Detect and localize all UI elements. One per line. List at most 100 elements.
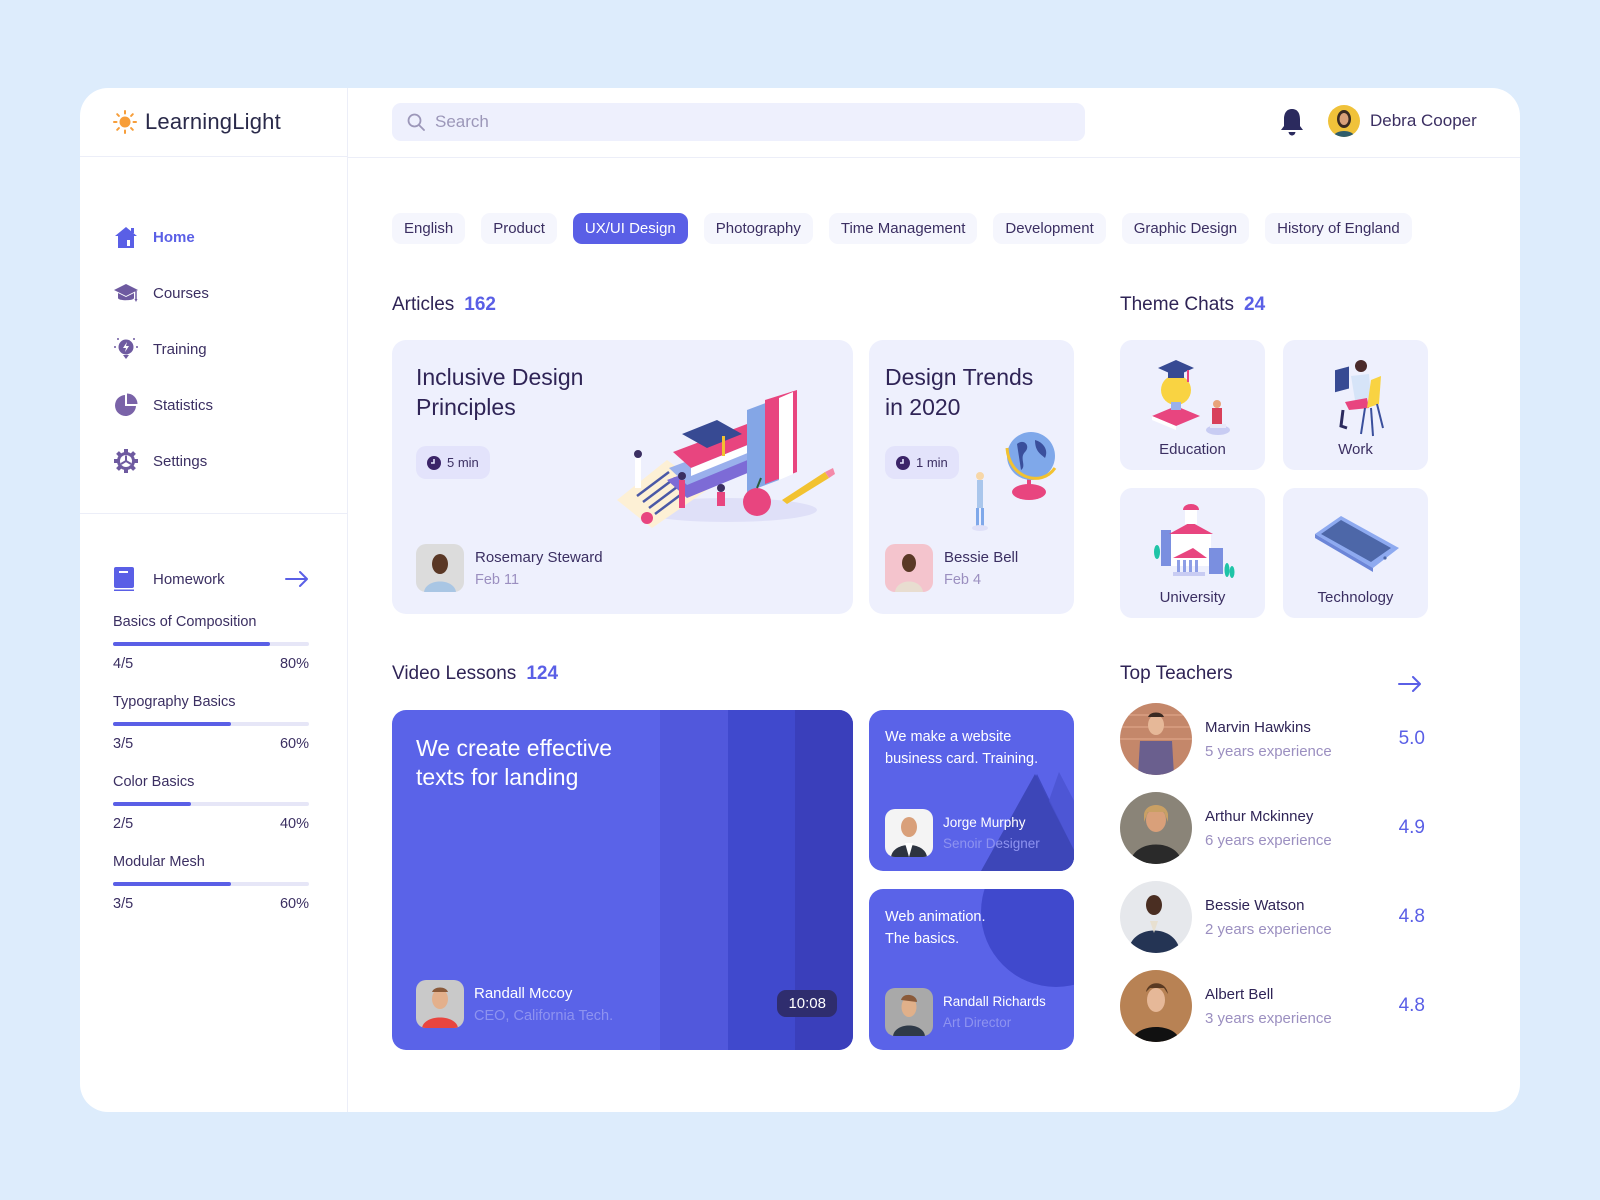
- video-title-line: texts for landing: [416, 764, 579, 790]
- teacher-experience: 3 years experience: [1205, 1009, 1332, 1027]
- video-duration: 10:08: [777, 990, 837, 1017]
- read-time-badge: 5 min: [416, 446, 490, 479]
- sidebar-item-label: Home: [153, 228, 195, 246]
- article-date: Feb 11: [475, 571, 520, 588]
- logo[interactable]: LearningLight: [80, 88, 347, 157]
- article-card[interactable]: Design Trends in 2020 1 min Bessie Bell …: [869, 340, 1074, 614]
- read-time-badge: 1 min: [885, 446, 959, 479]
- article-card[interactable]: Inclusive Design Principles 5 min Rosema…: [392, 340, 853, 614]
- notification-bell-icon[interactable]: [1278, 107, 1306, 137]
- teacher-rating: 4.8: [1398, 995, 1425, 1016]
- progress-fill: [113, 722, 231, 726]
- progress-bar: [113, 882, 309, 886]
- article-title-line: Design Trends: [885, 364, 1034, 390]
- chip-graphic-design[interactable]: Graphic Design: [1121, 213, 1250, 244]
- author-name: Rosemary Steward: [475, 548, 603, 566]
- articles-count: 162: [464, 294, 496, 315]
- teacher-row[interactable]: Marvin Hawkins 5 years experience 5.0: [1120, 703, 1425, 775]
- teacher-avatar: [1120, 792, 1192, 864]
- teacher-name: Bessie Watson: [1205, 896, 1305, 914]
- chip-product[interactable]: Product: [481, 213, 557, 244]
- author-avatar: [416, 544, 464, 592]
- theme-chats-heading: Theme Chats 24: [1120, 294, 1265, 316]
- book-icon: [114, 567, 134, 591]
- homework-item[interactable]: Modular Mesh 3/5 60%: [113, 854, 309, 912]
- sidebar-item-courses[interactable]: Courses: [113, 265, 347, 321]
- arrow-right-icon[interactable]: [285, 571, 309, 587]
- video-author[interactable]: Jorge Murphy Senoir Designer: [885, 809, 1040, 857]
- homework-percent: 60%: [279, 736, 309, 752]
- article-author[interactable]: Rosemary Steward Feb 11: [416, 544, 603, 592]
- clock-icon: [427, 455, 441, 470]
- homework-panel: Homework Basics of Composition 4/5 80% Ty…: [113, 566, 309, 912]
- chip-english[interactable]: English: [392, 213, 466, 244]
- video-card[interactable]: We make a website business card. Trainin…: [869, 710, 1074, 871]
- homework-item[interactable]: Color Basics 2/5 40%: [113, 774, 309, 832]
- homework-item[interactable]: Typography Basics 3/5 60%: [113, 694, 309, 752]
- chip-ux-ui-design[interactable]: UX/UI Design: [572, 213, 688, 244]
- teacher-row[interactable]: Albert Bell 3 years experience 4.8: [1120, 970, 1425, 1042]
- video-author[interactable]: Randall Mccoy CEO, California Tech.: [416, 980, 613, 1028]
- author-name: Bessie Bell: [944, 548, 1019, 566]
- sidebar-item-training[interactable]: Training: [113, 321, 347, 377]
- pie-chart-icon: [113, 392, 139, 418]
- homework-done: 3/5: [113, 896, 134, 912]
- app-name: LearningLight: [145, 109, 281, 134]
- teacher-row[interactable]: Bessie Watson 2 years experience 4.8: [1120, 881, 1425, 953]
- article-title-line: Inclusive Design: [416, 364, 584, 390]
- theme-chat-label: University: [1159, 589, 1226, 606]
- theme-chat-work[interactable]: Work: [1283, 340, 1428, 470]
- app-window: LearningLight Home Courses Training Stat…: [80, 88, 1520, 1112]
- search-input[interactable]: [435, 112, 1035, 132]
- education-illustration: [1151, 360, 1230, 435]
- sidebar-item-label: Training: [153, 340, 207, 358]
- user-avatar: [1328, 105, 1360, 137]
- video-title-line: We make a website: [885, 729, 1012, 745]
- theme-chat-university[interactable]: University: [1120, 488, 1265, 618]
- arrow-right-icon[interactable]: [1398, 676, 1422, 692]
- author-name: Randall Richards: [943, 994, 1046, 1009]
- top-teachers-heading: Top Teachers: [1120, 663, 1233, 685]
- chip-photography[interactable]: Photography: [703, 213, 813, 244]
- sidebar-item-home[interactable]: Home: [113, 209, 347, 265]
- sidebar-item-statistics[interactable]: Statistics: [113, 377, 347, 433]
- progress-bar: [113, 642, 309, 646]
- teacher-experience: 6 years experience: [1205, 831, 1332, 849]
- work-illustration: [1334, 360, 1384, 437]
- teacher-avatar: [1120, 703, 1192, 775]
- article-author[interactable]: Bessie Bell Feb 4: [885, 544, 1018, 592]
- search-bar[interactable]: [392, 103, 1085, 141]
- circle-decoration: [981, 889, 1074, 987]
- chip-development[interactable]: Development: [993, 213, 1106, 244]
- teacher-experience: 2 years experience: [1205, 920, 1332, 938]
- teacher-experience: 5 years experience: [1205, 742, 1332, 760]
- homework-item[interactable]: Basics of Composition 4/5 80%: [113, 614, 309, 672]
- homework-done: 4/5: [113, 656, 134, 672]
- theme-chat-label: Work: [1338, 441, 1373, 458]
- sidebar-item-label: Courses: [153, 284, 209, 302]
- read-time: 5 min: [447, 455, 479, 470]
- video-card[interactable]: Web animation. The basics. Randall Richa…: [869, 889, 1074, 1050]
- sidebar: LearningLight Home Courses Training Stat…: [80, 88, 348, 1112]
- progress-bar: [113, 722, 309, 726]
- chip-history-of-england[interactable]: History of England: [1265, 213, 1412, 244]
- sidebar-item-settings[interactable]: Settings: [113, 433, 347, 489]
- teacher-row[interactable]: Arthur Mckinney 6 years experience 4.9: [1120, 792, 1425, 864]
- theme-chat-technology[interactable]: Technology: [1283, 488, 1428, 618]
- article-title-line: in 2020: [885, 394, 961, 420]
- video-author[interactable]: Randall Richards Art Director: [885, 988, 1046, 1036]
- video-lessons-count: 124: [526, 663, 559, 684]
- home-icon: [113, 224, 139, 250]
- category-chips: English Product UX/UI Design Photography…: [392, 213, 1412, 244]
- video-card-main[interactable]: We create effective texts for landing Ra…: [392, 710, 853, 1050]
- user-menu[interactable]: Debra Cooper: [1328, 105, 1477, 137]
- sidebar-item-label: Statistics: [153, 396, 214, 414]
- chip-time-management[interactable]: Time Management: [828, 213, 978, 244]
- homework-header[interactable]: Homework: [113, 566, 309, 592]
- theme-chat-education[interactable]: Education: [1120, 340, 1265, 470]
- section-title: Video Lessons: [392, 663, 517, 684]
- video-title-line: business card. Training.: [885, 751, 1039, 767]
- sidebar-nav: Home Courses Training Statistics Setting…: [80, 157, 347, 489]
- article-title: Design Trends in 2020: [885, 362, 1033, 422]
- teacher-avatar: [1120, 881, 1192, 953]
